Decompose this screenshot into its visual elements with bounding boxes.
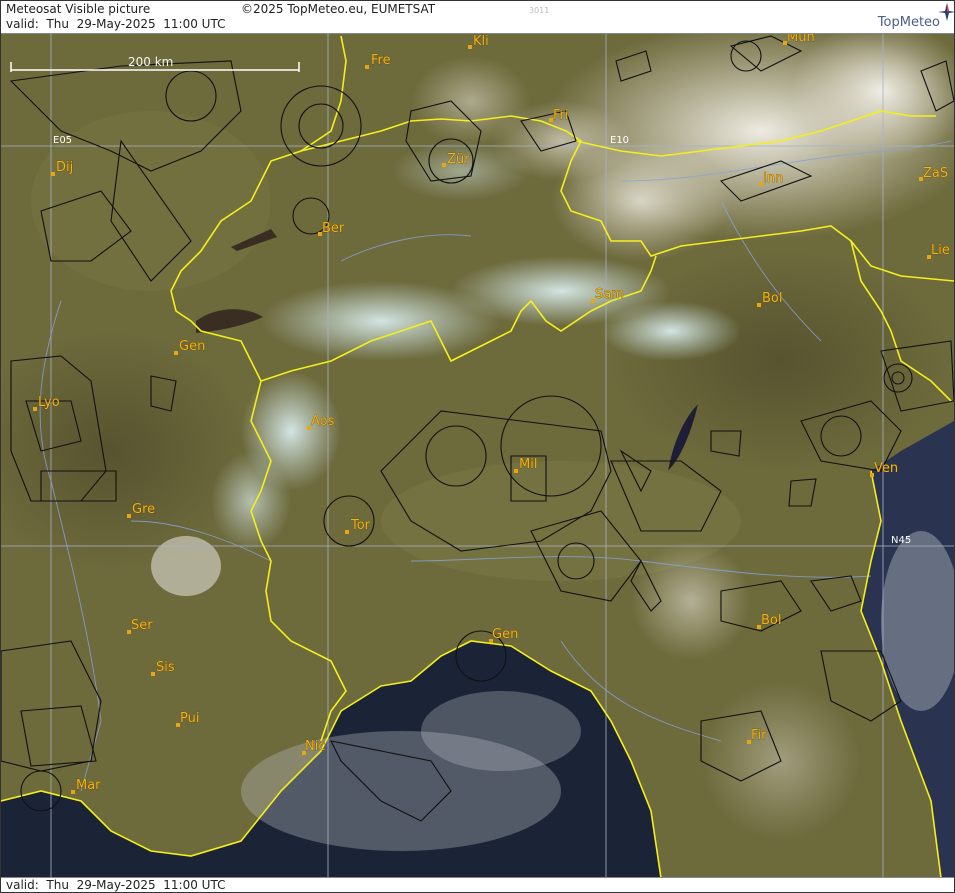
city-kli: Kli — [473, 34, 489, 49]
city-mun: Mun — [787, 34, 815, 45]
map-frame: Meteosat Visible picture ©2025 TopMeteo.… — [0, 0, 955, 893]
city-bol-south: Bol — [761, 613, 781, 628]
satellite-map[interactable]: E05 E10 N45 200 km Kli Mun Fre Fri Zür I… — [1, 21, 954, 879]
city-inn: Inn — [763, 171, 783, 186]
footer-bar: valid: Thu 29-May-2025 11:00 UTC — [1, 877, 954, 892]
compass-star-icon — [938, 3, 954, 21]
city-tor: Tor — [350, 518, 371, 533]
valid-time-bottom: valid: Thu 29-May-2025 11:00 UTC — [6, 878, 226, 892]
product-code: 3011 — [529, 6, 550, 15]
city-aos: Aos — [311, 414, 335, 429]
grid-label-n45: N45 — [891, 535, 911, 546]
header-bar: Meteosat Visible picture ©2025 TopMeteo.… — [1, 1, 954, 34]
city-lyo: Lyo — [38, 395, 60, 410]
city-mar: Mar — [76, 778, 101, 793]
city-bol-north: Bol — [762, 291, 782, 306]
city-sis: Sis — [156, 660, 175, 675]
city-fre: Fre — [371, 53, 391, 68]
city-sam: Sam — [595, 287, 624, 302]
city-gen-ch: Gen — [179, 339, 205, 354]
city-fri: Fri — [553, 108, 569, 123]
topmeteo-logo[interactable]: TopMeteo — [877, 3, 954, 30]
grid-label-e10: E10 — [610, 135, 629, 146]
city-mil: Mil — [519, 457, 537, 472]
city-gen-it: Gen — [492, 627, 518, 642]
city-ber: Ber — [322, 221, 345, 236]
product-title: Meteosat Visible picture — [6, 2, 151, 16]
scale-bar-label: 200 km — [128, 55, 173, 69]
city-ven: Ven — [874, 461, 898, 476]
city-zur: Zür — [447, 152, 470, 167]
city-lie: Lie — [931, 243, 950, 258]
city-gre: Gre — [132, 502, 155, 517]
valid-time-top: valid: Thu 29-May-2025 11:00 UTC — [6, 17, 226, 31]
city-fir: Fir — [751, 728, 767, 743]
copyright-text: ©2025 TopMeteo.eu, EUMETSAT — [241, 2, 436, 16]
city-zas: ZaS — [923, 166, 948, 181]
city-ser: Ser — [131, 618, 153, 633]
logo-text: TopMeteo — [877, 15, 940, 30]
city-nic: Nic — [305, 739, 325, 754]
grid-label-e05: E05 — [53, 135, 72, 146]
city-dij: Dij — [56, 160, 73, 175]
city-pui: Pui — [180, 711, 199, 726]
